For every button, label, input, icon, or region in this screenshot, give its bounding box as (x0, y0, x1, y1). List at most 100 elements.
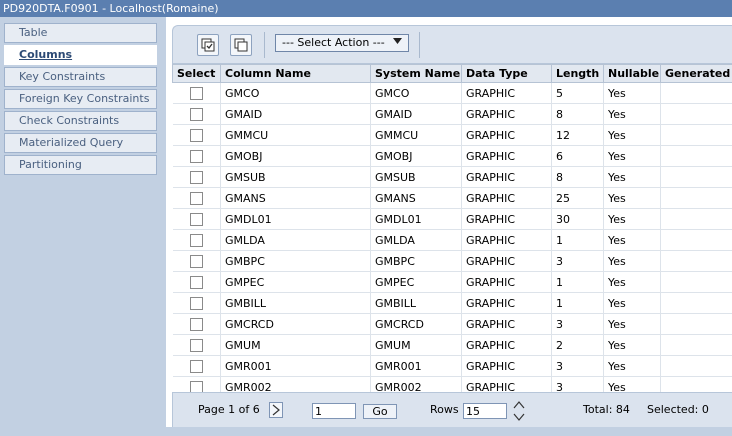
nullable-cell: Yes (603, 103, 661, 125)
data-type-cell: GRAPHIC (461, 355, 552, 377)
table-row[interactable]: GMLDA GMLDA GRAPHIC 1 Yes (172, 229, 732, 251)
column-name-cell: GMBILL (220, 292, 371, 314)
row-checkbox[interactable] (189, 359, 203, 373)
sidebar-item-check-constraints[interactable]: Check Constraints (4, 111, 157, 131)
nullable-cell: Yes (603, 313, 661, 335)
header-data-type[interactable]: Data Type (461, 64, 552, 83)
table-row[interactable]: GMCO GMCO GRAPHIC 5 Yes (172, 82, 732, 104)
table-header-row: Select Column Name System Name Data Type… (172, 64, 732, 83)
row-checkbox[interactable] (189, 128, 203, 142)
row-checkbox[interactable] (189, 233, 203, 247)
row-checkbox[interactable] (189, 254, 203, 268)
length-cell: 12 (551, 124, 604, 146)
row-checkbox[interactable] (189, 86, 203, 100)
length-cell: 1 (551, 271, 604, 293)
system-name-cell: GMBILL (370, 292, 462, 314)
nullable-cell: Yes (603, 208, 661, 230)
chevron-down-icon (393, 38, 402, 44)
data-type-cell: GRAPHIC (461, 166, 552, 188)
column-name-cell: GMDL01 (220, 208, 371, 230)
generated-value-cell (660, 271, 732, 293)
table-row[interactable]: GMOBJ GMOBJ GRAPHIC 6 Yes (172, 145, 732, 167)
next-page-button[interactable] (269, 402, 283, 418)
table-row[interactable]: GMBPC GMBPC GRAPHIC 3 Yes (172, 250, 732, 272)
nullable-cell: Yes (603, 187, 661, 209)
header-system-name[interactable]: System Name (370, 64, 462, 83)
sidebar-item-columns[interactable]: Columns (4, 45, 157, 65)
table-row[interactable]: GMUM GMUM GRAPHIC 2 Yes (172, 334, 732, 356)
table-row[interactable]: GMMCU GMMCU GRAPHIC 12 Yes (172, 124, 732, 146)
system-name-cell: GMPEC (370, 271, 462, 293)
header-length[interactable]: Length (551, 64, 604, 83)
generated-value-cell (660, 355, 732, 377)
row-checkbox[interactable] (189, 275, 203, 289)
sidebar: Table Columns Key Constraints Foreign Ke… (0, 17, 166, 436)
select-action-dropdown[interactable]: --- Select Action --- (275, 34, 409, 52)
table-row[interactable]: GMCRCD GMCRCD GRAPHIC 3 Yes (172, 313, 732, 335)
sidebar-item-key-constraints[interactable]: Key Constraints (4, 67, 157, 87)
pagination-bar: Page 1 of 6 Go Rows Total: 84 Selected: … (172, 392, 732, 428)
table-row[interactable]: GMBILL GMBILL GRAPHIC 1 Yes (172, 292, 732, 314)
generated-value-cell (660, 229, 732, 251)
data-type-cell: GRAPHIC (461, 208, 552, 230)
row-checkbox[interactable] (189, 317, 203, 331)
row-select-cell (172, 355, 221, 377)
select-action-label: --- Select Action --- (282, 36, 385, 49)
table-row[interactable]: GMAID GMAID GRAPHIC 8 Yes (172, 103, 732, 125)
row-select-cell (172, 250, 221, 272)
table-row[interactable]: GMDL01 GMDL01 GRAPHIC 30 Yes (172, 208, 732, 230)
length-cell: 3 (551, 355, 604, 377)
system-name-cell: GMDL01 (370, 208, 462, 230)
row-checkbox[interactable] (189, 107, 203, 121)
data-type-cell: GRAPHIC (461, 271, 552, 293)
length-cell: 6 (551, 145, 604, 167)
table-row[interactable]: GMANS GMANS GRAPHIC 25 Yes (172, 187, 732, 209)
table-row[interactable]: GMPEC GMPEC GRAPHIC 1 Yes (172, 271, 732, 293)
data-type-cell: GRAPHIC (461, 103, 552, 125)
generated-value-cell (660, 313, 732, 335)
sidebar-item-materialized-query[interactable]: Materialized Query (4, 133, 157, 153)
row-checkbox[interactable] (189, 338, 203, 352)
generated-value-cell (660, 292, 732, 314)
system-name-cell: GMBPC (370, 250, 462, 272)
header-column-name[interactable]: Column Name (220, 64, 371, 83)
table-row[interactable]: GMSUB GMSUB GRAPHIC 8 Yes (172, 166, 732, 188)
system-name-cell: GMLDA (370, 229, 462, 251)
page-number-input[interactable] (312, 403, 356, 419)
header-nullable[interactable]: Nullable (603, 64, 661, 83)
page-indicator: Page 1 of 6 (198, 403, 260, 416)
header-generated-value[interactable]: Generated Value (660, 64, 732, 83)
row-checkbox[interactable] (189, 149, 203, 163)
row-select-cell (172, 334, 221, 356)
generated-value-cell (660, 208, 732, 230)
column-name-cell: GMUM (220, 334, 371, 356)
row-checkbox[interactable] (189, 170, 203, 184)
rows-per-page-input[interactable] (463, 403, 507, 419)
chevron-right-icon (272, 404, 280, 416)
row-checkbox[interactable] (189, 212, 203, 226)
go-button[interactable]: Go (363, 404, 397, 419)
column-name-cell: GMPEC (220, 271, 371, 293)
data-type-cell: GRAPHIC (461, 82, 552, 104)
data-type-cell: GRAPHIC (461, 124, 552, 146)
select-all-button[interactable] (197, 34, 219, 56)
sidebar-item-table[interactable]: Table (4, 23, 157, 43)
generated-value-cell (660, 103, 732, 125)
row-checkbox[interactable] (189, 296, 203, 310)
generated-value-cell (660, 145, 732, 167)
sidebar-item-foreign-key-constraints[interactable]: Foreign Key Constraints (4, 89, 157, 109)
length-cell: 30 (551, 208, 604, 230)
data-type-cell: GRAPHIC (461, 145, 552, 167)
toolbar-separator (419, 32, 420, 58)
deselect-all-icon (234, 38, 248, 52)
deselect-all-button[interactable] (230, 34, 252, 56)
table-row[interactable]: GMR001 GMR001 GRAPHIC 3 Yes (172, 355, 732, 377)
rows-spinner-icon[interactable] (513, 399, 525, 423)
selected-count: Selected: 0 (647, 403, 709, 416)
main-panel: --- Select Action --- Select Column Name… (166, 17, 732, 436)
row-select-cell (172, 229, 221, 251)
row-checkbox[interactable] (189, 191, 203, 205)
system-name-cell: GMUM (370, 334, 462, 356)
column-name-cell: GMLDA (220, 229, 371, 251)
sidebar-item-partitioning[interactable]: Partitioning (4, 155, 157, 175)
